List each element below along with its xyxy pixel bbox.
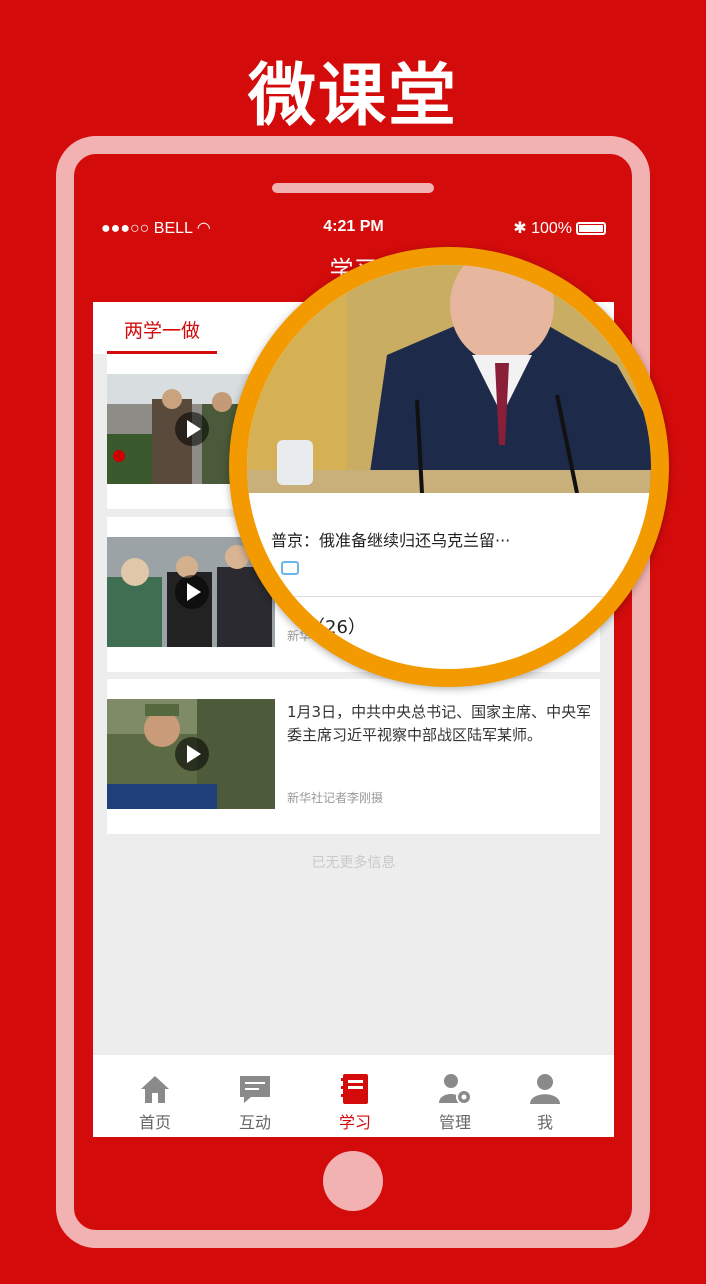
comment-count: （26）	[307, 617, 366, 638]
divider	[271, 596, 651, 597]
magnified-news-photo	[247, 265, 651, 493]
play-icon[interactable]	[175, 575, 209, 609]
video-thumbnail[interactable]	[107, 699, 275, 809]
book-icon	[341, 1074, 368, 1104]
user-icon	[530, 1074, 560, 1104]
home-icon	[141, 1076, 169, 1103]
phone-home-button[interactable]	[323, 1151, 383, 1211]
comment-icon	[281, 561, 299, 575]
end-of-list-note: 已无更多信息	[311, 855, 396, 871]
status-bar: ●●●○○ BELL ◠ 4:21 PM ✱ 100%	[93, 214, 614, 242]
list-item[interactable]: 1月3日，中共中央总书记、国家主席、中央军委主席习近平视察中部战区陆军某师。 新…	[107, 679, 600, 834]
article-source: 新华社记者李刚摄	[287, 791, 384, 805]
magnifier-callout: 普京：俄准备继续归还乌克兰留··· （26）	[229, 247, 669, 687]
user-gear-icon	[439, 1074, 472, 1105]
phone-speaker	[272, 183, 434, 193]
chat-icon	[240, 1076, 270, 1103]
status-right: ✱ 100%	[513, 218, 606, 238]
bluetooth-icon: ✱	[513, 220, 527, 237]
promo-headline: 微课堂	[247, 57, 458, 136]
tab-manage[interactable]: 管理	[425, 1071, 485, 1133]
tab-study[interactable]: 学习	[325, 1071, 385, 1133]
tab-interact[interactable]: 互动	[225, 1071, 285, 1133]
play-icon[interactable]	[175, 412, 209, 446]
battery-icon	[576, 222, 606, 235]
bottom-tab-bar: 首页 互动 学习 管理 我	[93, 1055, 614, 1137]
magnified-headline: 普京：俄准备继续归还乌克兰留···	[271, 531, 511, 550]
play-icon[interactable]	[175, 737, 209, 771]
tab-me[interactable]: 我	[515, 1071, 575, 1133]
tab-home[interactable]: 首页	[125, 1071, 185, 1133]
article-summary: 1月3日，中共中央总书记、国家主席、中央军委主席习近平视察中部战区陆军某师。	[287, 703, 592, 744]
tab-two-studies[interactable]: 两学一做	[107, 316, 217, 354]
